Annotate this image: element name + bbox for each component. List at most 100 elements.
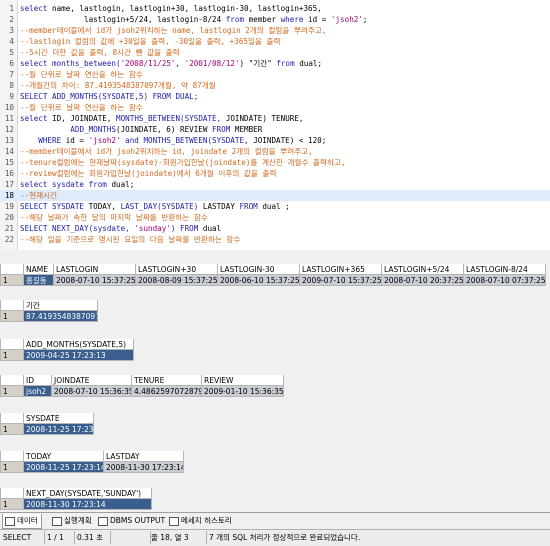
line-number: 12 — [4, 125, 14, 134]
code-token: ) FROM — [170, 224, 203, 233]
code-line[interactable]: 11 select ID, JOINDATE, MONTHS_BETWEEN(SY… — [0, 113, 550, 124]
line-number: 21 — [4, 224, 14, 233]
code-token: --개월간의 차이: 87.4193548387097개월, 약 87개월 — [20, 81, 216, 90]
line-number: 22 — [4, 235, 14, 244]
code-line[interactable]: 4 --lastlogin 컬럼의 값에 +30일을 출력, -30일을 출력, … — [0, 36, 550, 47]
column-header[interactable]: LASTLOGIN-8/24 — [464, 264, 546, 275]
table-cell[interactable]: 4.48625970728793 — [132, 386, 202, 397]
status-rows: 1 / 1 — [44, 531, 75, 544]
code-token: , — [175, 59, 185, 68]
table-cell[interactable]: 2009-01-10 15:36:35 — [202, 386, 284, 397]
code-token: WHERE — [20, 136, 66, 145]
tab-dbms-output[interactable]: DBMS OUTPUT — [96, 514, 168, 528]
code-line[interactable]: 5 --5시간 더한 값을 출력, 8시간 뺀 값을 출력 — [0, 47, 550, 58]
plan-icon — [52, 516, 62, 526]
row-number: 1 — [0, 424, 24, 435]
code-token: --해당 날짜가 속한 달의 마지막 날짜를 반환하는 함수 — [20, 213, 208, 222]
code-line[interactable]: 17 select sysdate from dual; — [0, 179, 550, 190]
code-line[interactable]: 12 ADD_MONTHS(JOINDATE, 6) REVIEW FROM M… — [0, 124, 550, 135]
code-token: JOINDATE) < 120; — [253, 136, 327, 145]
table-cell[interactable]: 2009-04-25 17:23:13 — [24, 350, 134, 361]
code-line[interactable]: 14 --member테이블에서 id가 jsoh2위치하는 id, joinda… — [0, 146, 550, 157]
column-header[interactable]: TODAY — [24, 451, 104, 462]
column-header[interactable]: JOINDATE — [52, 375, 132, 386]
code-token: and MONTHS_BETWEEN(SYSDATE, — [125, 136, 254, 145]
code-line[interactable]: 1 select name, lastlogin, lastlogin+30, l… — [0, 3, 550, 14]
column-header[interactable]: LASTLOGIN+5/24 — [382, 264, 464, 275]
tab-execution-plan[interactable]: 실행계획 — [50, 514, 95, 528]
code-line[interactable]: 2 lastlogin+5/24, lastlogin-8/24 from me… — [0, 14, 550, 25]
code-token: MONTHS_BETWEEN(SYSDATE, — [116, 114, 226, 123]
row-number-header — [0, 339, 24, 350]
code-line[interactable]: 15 --tenure컬럼에는 현재날짜(sysdate)-회원가입한날(join… — [0, 157, 550, 168]
code-line[interactable]: 8 --개월간의 차이: 87.4193548387097개월, 약 87개월 — [0, 80, 550, 91]
table-cell[interactable]: 2008-11-30 17:23:14 — [24, 499, 152, 510]
column-header[interactable]: 기간 — [24, 300, 98, 311]
code-line[interactable]: 7 --월 단위로 날짜 연산을 하는 함수 — [0, 69, 550, 80]
tab-message-history[interactable]: 메세지 히스토리 — [167, 514, 235, 528]
code-line[interactable]: 6 select months_between('2008/11/25', '20… — [0, 58, 550, 69]
table-cell[interactable]: 2008-11-25 17:23:13 — [24, 424, 94, 435]
column-header[interactable]: NAME — [24, 264, 54, 275]
column-header[interactable]: LASTLOGIN-30 — [218, 264, 300, 275]
table-cell[interactable]: 홍길동 — [24, 275, 54, 286]
column-header[interactable]: TENURE — [132, 375, 202, 386]
code-line[interactable]: 20 --해당 날짜가 속한 달의 마지막 날짜를 반환하는 함수 — [0, 212, 550, 223]
code-line[interactable]: 16 --review컬럼에는 회원가입한날(joindate)에서 6개월 이후… — [0, 168, 550, 179]
row-number: 1 — [0, 311, 24, 322]
column-header[interactable]: LASTLOGIN — [54, 264, 136, 275]
table-cell[interactable]: 2008-07-10 15:36:35 — [52, 386, 132, 397]
row-number: 1 — [0, 462, 24, 473]
code-token: LASTDAY — [202, 202, 240, 211]
code-token: --5시간 더한 값을 출력, 8시간 뺀 값을 출력 — [20, 48, 180, 57]
code-line[interactable]: 22 --해당 일을 기준으로 명시된 요일의 다음 날짜를 반환하는 함수 — [0, 234, 550, 245]
grid-icon — [5, 516, 15, 526]
code-token: "기간" — [248, 59, 277, 68]
table-cell[interactable]: 2008-07-10 20:37:25 — [382, 275, 464, 286]
column-header[interactable]: ID — [24, 375, 52, 386]
code-token: --member테이블에서 id가 jsoh2위치하는 id, joindate… — [20, 147, 313, 156]
code-token: dual — [202, 224, 222, 233]
sql-editor[interactable]: 1 select name, lastlogin, lastlogin+30, l… — [0, 0, 550, 251]
code-line[interactable]: 21 SELECT NEXT_DAY(sysdate, 'sunday') FRO… — [0, 223, 550, 234]
code-text: --tenure컬럼에는 현재날짜(sysdate)-회원가입한날(joinda… — [20, 157, 346, 168]
table-cell[interactable]: jsoh2 — [24, 386, 52, 397]
code-line[interactable]: 3 --member테이블에서 id가 jsoh2위치하는 name, lastl… — [0, 25, 550, 36]
column-header[interactable]: NEXT_DAY(SYSDATE,'SUNDAY') — [24, 488, 152, 499]
row-number: 1 — [0, 386, 24, 397]
code-token: member — [248, 15, 281, 24]
code-token: select — [20, 4, 53, 13]
code-text: select name, lastlogin, lastlogin+30, la… — [20, 3, 322, 14]
code-token: 'jsoh2' — [330, 15, 363, 24]
code-text: --월 단위로 날짜 연산을 하는 함수 — [20, 69, 143, 80]
code-line[interactable]: 13 WHERE id = 'jsoh2' and MONTHS_BETWEEN… — [0, 135, 550, 146]
line-number: 11 — [4, 114, 14, 123]
table-cell[interactable]: 2008-11-25 17:23:14 — [24, 462, 104, 473]
column-header[interactable]: LASTLOGIN+30 — [136, 264, 218, 275]
table-cell[interactable]: 2008-08-09 15:37:25 — [136, 275, 218, 286]
line-number: 19 — [4, 202, 14, 211]
code-token: --lastlogin 컬럼의 값에 +30일을 출력, -30일을 출력, +… — [20, 37, 281, 46]
table-cell[interactable]: 2008-11-30 17:23:14 — [104, 462, 184, 473]
code-line[interactable]: 9 SELECT ADD_MONTHS(SYSDATE,5) FROM DUAL; — [0, 91, 550, 102]
column-header[interactable]: SYSDATE — [24, 413, 94, 424]
code-token: SELECT NEXT_DAY(sysdate, — [20, 224, 135, 233]
table-cell[interactable]: 2009-07-10 15:37:25 — [300, 275, 382, 286]
code-line[interactable]: 10 --월 단위로 날짜 연산을 하는 함수 — [0, 102, 550, 113]
code-text: select months_between('2008/11/25', '200… — [20, 58, 322, 69]
table-cell[interactable]: 2008-07-10 15:37:25 — [54, 275, 136, 286]
column-header[interactable]: REVIEW — [202, 375, 284, 386]
row-number-header — [0, 375, 24, 386]
code-line[interactable]: 18 --현재시간 — [0, 190, 550, 201]
column-header[interactable]: LASTLOGIN+365 — [300, 264, 382, 275]
code-text: SELECT SYSDATE TODAY, LAST_DAY(SYSDATE) … — [20, 201, 290, 212]
code-line[interactable]: 19 SELECT SYSDATE TODAY, LAST_DAY(SYSDATE… — [0, 201, 550, 212]
code-text: select sysdate from dual; — [20, 179, 134, 190]
column-header[interactable]: LASTDAY — [104, 451, 184, 462]
table-cell[interactable]: 87.4193548387097 — [24, 311, 98, 322]
column-header[interactable]: ADD_MONTHS(SYSDATE,5) — [24, 339, 134, 350]
tab-data[interactable]: 데이터 — [2, 514, 42, 529]
table-cell[interactable]: 2008-06-10 15:37:25 — [218, 275, 300, 286]
table-cell[interactable]: 2008-07-10 07:37:25 — [464, 275, 546, 286]
line-number: 6 — [9, 59, 14, 68]
